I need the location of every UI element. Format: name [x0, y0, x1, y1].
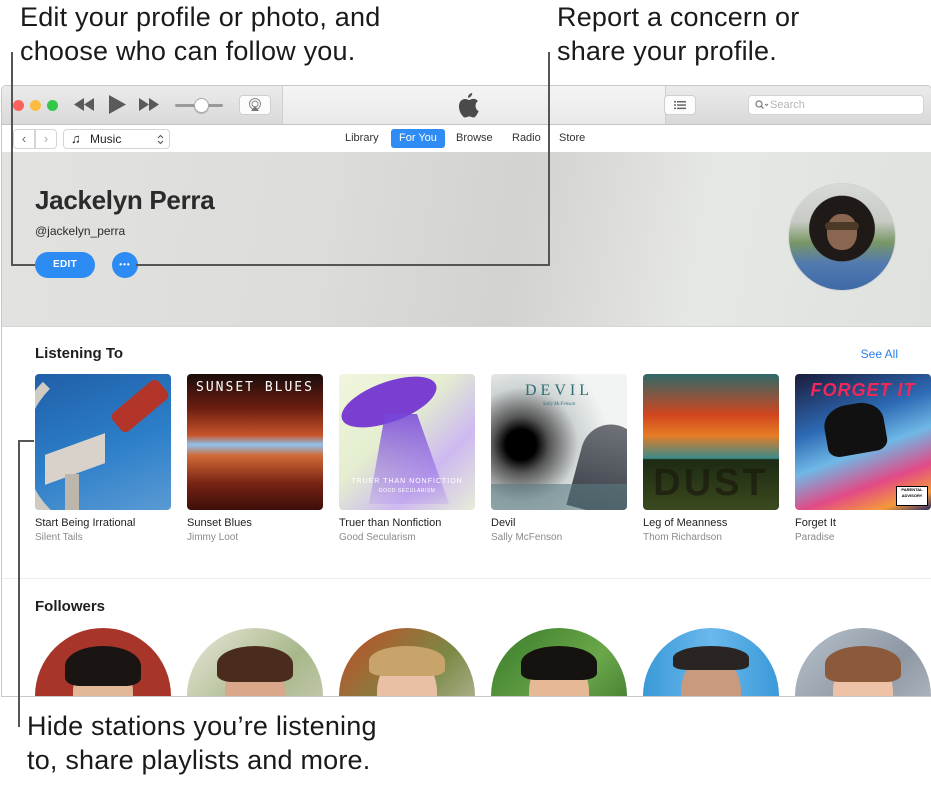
see-all-link[interactable]: See All	[861, 347, 898, 361]
media-source-selector[interactable]: ♫ Music	[63, 129, 170, 149]
zoom-window-button[interactable]	[47, 100, 58, 111]
section-divider	[2, 578, 931, 579]
album-cover-subtext: GOOD SECULARISM	[378, 488, 436, 494]
followers-title: Followers	[35, 598, 106, 615]
apple-logo-icon	[458, 93, 479, 118]
tab-browse[interactable]: Browse	[448, 129, 501, 148]
tab-for-you[interactable]: For You	[391, 129, 445, 148]
search-field[interactable]: Search	[748, 95, 924, 115]
tab-radio[interactable]: Radio	[504, 129, 549, 148]
callout-line-2: choose who can follow you.	[20, 36, 356, 66]
callout-hide-stations: Hide stations you’re listening to, share…	[27, 709, 377, 777]
profile-name: Jackelyn Perra	[35, 185, 215, 215]
callout-line-1: Hide stations you’re listening	[27, 711, 377, 741]
album-title: Sunset Blues	[187, 517, 252, 529]
album-cover: DEVIL Sally McFenson	[491, 374, 627, 510]
callout-line-2: share your profile.	[557, 36, 777, 66]
airplay-icon	[249, 98, 261, 111]
callout-leader-line	[136, 264, 550, 266]
callout-leader-line	[11, 52, 13, 265]
album-title: Start Being Irrational	[35, 517, 136, 529]
album-cover-subtext: Sally McFenson	[542, 402, 576, 407]
title-bar: Search	[2, 86, 931, 125]
callout-line-1: Edit your profile or photo, and	[20, 2, 381, 32]
album-cover: SUNSET BLUES	[187, 374, 323, 510]
airplay-button[interactable]	[239, 95, 271, 115]
callout-edit-profile: Edit your profile or photo, and choose w…	[20, 0, 380, 68]
follower-avatar[interactable]	[339, 628, 475, 696]
rewind-icon[interactable]	[74, 98, 94, 113]
listening-to-title: Listening To	[35, 345, 124, 362]
list-icon	[674, 101, 686, 110]
album-artist: Sally McFenson	[491, 532, 563, 543]
follower-avatar[interactable]	[795, 628, 931, 696]
music-note-icon: ♫	[71, 131, 81, 146]
search-icon	[755, 100, 769, 109]
callout-leader-line	[11, 264, 35, 266]
forward-button[interactable]: ›	[35, 129, 57, 149]
profile-header: Jackelyn Perra @jackelyn_perra EDIT •••	[2, 152, 931, 327]
follower-hair	[217, 646, 293, 682]
callout-leader-line	[18, 440, 34, 442]
parental-advisory-badge: PARENTAL ADVISORY	[896, 486, 928, 506]
album-title: Devil	[491, 517, 516, 529]
volume-knob[interactable]	[194, 98, 210, 113]
album-artist: Paradise	[795, 532, 835, 543]
callout-report-share: Report a concern or share your profile.	[557, 0, 799, 68]
close-window-button[interactable]	[13, 100, 24, 111]
follower-hair	[825, 646, 901, 682]
music-app-window: Search ‹ › ♫ Music Library For You Brows…	[1, 85, 931, 697]
album-cover	[35, 374, 171, 510]
callout-line-1: Report a concern or	[557, 2, 800, 32]
edit-profile-button[interactable]: EDIT	[35, 252, 95, 278]
search-placeholder: Search	[770, 99, 805, 111]
follower-avatar[interactable]	[491, 628, 627, 696]
status-display	[282, 86, 666, 124]
navigation-bar: ‹ › ♫ Music Library For You Browse Radio…	[2, 125, 931, 153]
album-item[interactable]: Start Being Irrational Silent Tails	[35, 374, 171, 543]
album-cover-text: FORGET IT	[810, 380, 916, 400]
updown-chevron-icon	[157, 134, 164, 145]
follower-hair	[521, 646, 597, 680]
album-item[interactable]: DUST Leg of Meanness Thom Richardson	[643, 374, 779, 543]
minimize-window-button[interactable]	[30, 100, 41, 111]
album-cover-text: SUNSET BLUES	[196, 380, 314, 395]
album-artist: Good Secularism	[339, 532, 416, 543]
album-cover: FORGET IT PARENTAL ADVISORY	[795, 374, 931, 510]
callout-leader-line	[18, 440, 20, 727]
album-item[interactable]: TRUER THAN NONFICTION GOOD SECULARISM Tr…	[339, 374, 475, 543]
album-item[interactable]: SUNSET BLUES Sunset Blues Jimmy Loot	[187, 374, 323, 543]
source-label: Music	[90, 132, 122, 146]
more-options-button[interactable]: •••	[112, 252, 138, 278]
tab-library[interactable]: Library	[337, 129, 387, 148]
album-artist: Jimmy Loot	[187, 532, 239, 543]
profile-handle: @jackelyn_perra	[35, 224, 126, 238]
album-item[interactable]: FORGET IT PARENTAL ADVISORY Forget It Pa…	[795, 374, 931, 543]
follower-hair	[369, 646, 445, 676]
callout-leader-line	[548, 52, 550, 265]
fast-forward-icon[interactable]	[139, 98, 159, 113]
profile-avatar[interactable]	[789, 184, 895, 290]
callout-line-2: to, share playlists and more.	[27, 745, 371, 775]
album-cover-text: DUST	[653, 462, 769, 504]
album-cover: DUST	[643, 374, 779, 510]
follower-hair	[65, 646, 141, 686]
tab-store[interactable]: Store	[551, 129, 593, 148]
back-button[interactable]: ‹	[13, 129, 35, 149]
album-cover: TRUER THAN NONFICTION GOOD SECULARISM	[339, 374, 475, 510]
album-cover-text: DEVIL	[525, 382, 593, 399]
album-title: Forget It	[795, 517, 836, 529]
album-title: Leg of Meanness	[643, 517, 728, 529]
up-next-button[interactable]	[664, 95, 696, 115]
album-item[interactable]: DEVIL Sally McFenson Devil Sally McFenso…	[491, 374, 627, 543]
play-icon[interactable]	[109, 95, 126, 116]
follower-avatar[interactable]	[187, 628, 323, 696]
album-cover-text: TRUER THAN NONFICTION	[351, 478, 463, 485]
follower-avatar[interactable]	[643, 628, 779, 696]
album-title: Truer than Nonfiction	[339, 517, 442, 529]
follower-avatar[interactable]	[35, 628, 171, 696]
album-artist: Thom Richardson	[643, 532, 722, 543]
album-artist: Silent Tails	[35, 532, 83, 543]
follower-hair	[673, 646, 749, 670]
